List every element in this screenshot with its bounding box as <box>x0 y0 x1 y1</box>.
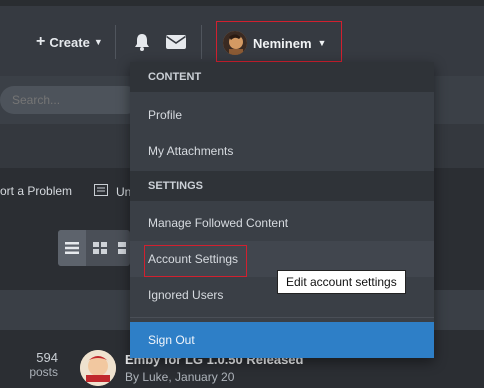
post-count-label: posts <box>29 365 58 379</box>
user-menu-button[interactable]: Neminem ▼ <box>221 24 343 62</box>
menu-item-attachments[interactable]: My Attachments <box>130 133 434 169</box>
document-icon <box>94 184 108 199</box>
tooltip: Edit account settings <box>277 270 406 294</box>
menu-section-content: CONTENT <box>130 62 434 92</box>
list-view-button[interactable] <box>58 230 86 266</box>
grid-icon <box>93 242 107 254</box>
grid-view-button[interactable] <box>86 230 114 266</box>
create-label: Create <box>49 34 90 50</box>
topic-meta: By Luke, January 20 <box>125 370 235 384</box>
post-count: 594 posts <box>24 350 58 379</box>
menu-item-followed-content[interactable]: Manage Followed Content <box>130 205 434 241</box>
tile-icon <box>118 242 126 254</box>
envelope-icon[interactable] <box>165 33 187 51</box>
create-button[interactable]: + Create ▼ <box>36 28 103 56</box>
header-divider <box>201 25 202 59</box>
chevron-down-icon: ▼ <box>317 38 327 48</box>
search-input[interactable] <box>0 86 140 114</box>
report-problem-link[interactable]: ort a Problem <box>0 184 72 198</box>
menu-divider <box>130 317 434 318</box>
list-icon <box>65 242 79 254</box>
menu-section-settings: SETTINGS <box>130 171 434 201</box>
author-avatar[interactable] <box>80 350 116 386</box>
bell-icon[interactable] <box>132 32 152 52</box>
header-top-strip <box>0 0 484 6</box>
chevron-down-icon: ▼ <box>93 37 103 47</box>
user-dropdown-menu: CONTENT Profile My Attachments SETTINGS … <box>130 62 434 358</box>
sign-out-button[interactable]: Sign Out <box>130 322 434 358</box>
plus-icon: + <box>36 33 46 50</box>
avatar <box>223 31 247 55</box>
unread-link[interactable]: Un <box>94 184 131 199</box>
post-count-number: 594 <box>36 350 58 365</box>
menu-item-profile[interactable]: Profile <box>130 97 434 133</box>
tile-view-button[interactable] <box>114 230 130 266</box>
header-divider <box>115 25 116 59</box>
view-toggle-group <box>58 230 130 266</box>
username-label: Neminem <box>253 35 312 51</box>
